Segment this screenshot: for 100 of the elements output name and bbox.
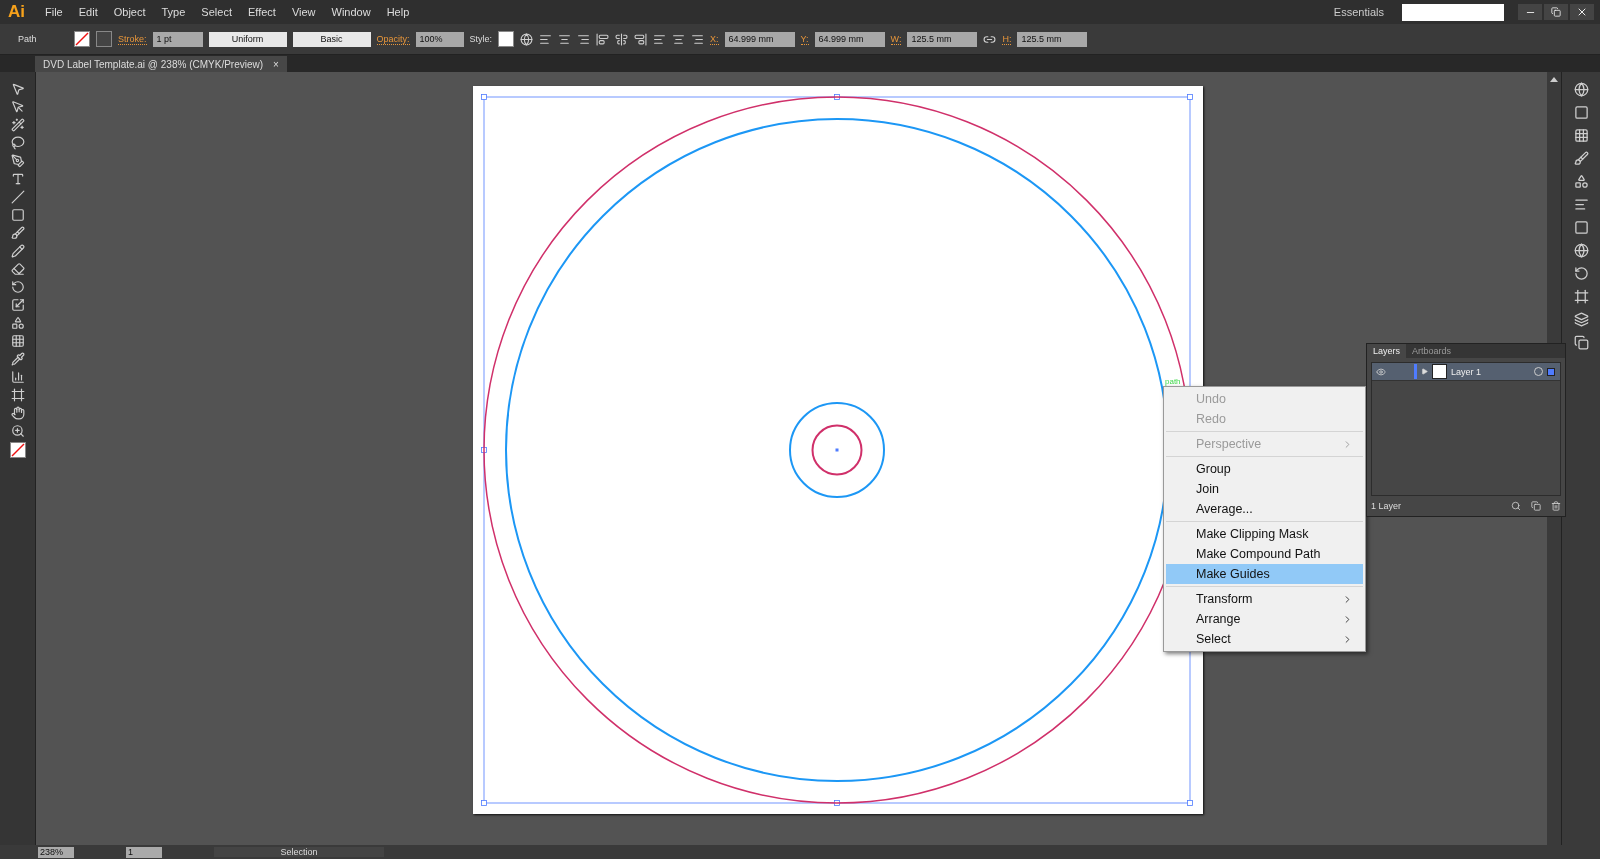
app-logo: Ai bbox=[7, 2, 26, 22]
menu-item[interactable]: Help bbox=[378, 6, 418, 18]
menu-item[interactable]: Object bbox=[105, 6, 154, 18]
menu-item[interactable]: Type bbox=[153, 6, 194, 18]
align-icon[interactable] bbox=[577, 32, 591, 46]
panel-icon[interactable] bbox=[1573, 266, 1589, 281]
search-icon[interactable] bbox=[1511, 501, 1521, 511]
style-swatch[interactable] bbox=[498, 31, 515, 47]
stroke-label[interactable]: Stroke: bbox=[118, 33, 147, 45]
align-icon[interactable] bbox=[596, 32, 610, 46]
close-icon bbox=[1576, 6, 1588, 18]
panel-icon[interactable] bbox=[1573, 105, 1589, 120]
align-icon[interactable] bbox=[672, 32, 686, 46]
menu-option[interactable]: Make Guides bbox=[1166, 564, 1363, 584]
tab-close-button[interactable]: × bbox=[273, 58, 279, 70]
rectangle-tool-icon[interactable] bbox=[10, 208, 25, 222]
align-icon[interactable] bbox=[691, 32, 705, 46]
coordinate-field[interactable]: 125.5 mm bbox=[1017, 31, 1088, 47]
close-button[interactable] bbox=[1570, 4, 1594, 20]
new-layer-icon[interactable] bbox=[1531, 501, 1541, 511]
menu-item[interactable]: File bbox=[37, 6, 71, 18]
stroke-profile-dropdown[interactable]: Uniform bbox=[208, 31, 287, 47]
selection-square[interactable] bbox=[1547, 367, 1555, 376]
fill-swatch[interactable] bbox=[74, 31, 90, 47]
opacity-field[interactable]: 100% bbox=[415, 31, 464, 47]
panel-icon[interactable] bbox=[1573, 174, 1589, 189]
panel-icon[interactable] bbox=[1573, 289, 1589, 304]
panel-icon[interactable] bbox=[1573, 243, 1589, 258]
menu-option[interactable]: Transform bbox=[1166, 589, 1363, 609]
panel-icon[interactable] bbox=[1573, 220, 1589, 235]
hand-icon[interactable] bbox=[10, 406, 25, 420]
menu-option[interactable]: Group bbox=[1166, 459, 1363, 479]
selection-tool-icon[interactable] bbox=[10, 82, 25, 96]
layer-name: Layer 1 bbox=[1451, 366, 1482, 377]
graph-icon[interactable] bbox=[10, 370, 25, 384]
align-icon[interactable] bbox=[653, 32, 667, 46]
artboard-tool-icon[interactable] bbox=[10, 388, 25, 402]
menu-option[interactable]: Select bbox=[1166, 629, 1363, 649]
panel-icon[interactable] bbox=[1573, 151, 1589, 166]
coordinate-label[interactable]: H: bbox=[1002, 33, 1012, 45]
coordinate-label[interactable]: Y: bbox=[800, 33, 809, 45]
menu-option[interactable]: Join bbox=[1166, 479, 1363, 499]
lasso-icon[interactable] bbox=[10, 136, 25, 150]
zoom-icon[interactable] bbox=[10, 424, 25, 438]
document-tab[interactable]: DVD Label Template.ai @ 238% (CMYK/Preview) × bbox=[35, 56, 287, 72]
align-icon[interactable] bbox=[558, 32, 572, 46]
panel-icon[interactable] bbox=[1573, 82, 1589, 97]
status-tool-label[interactable]: Selection bbox=[214, 847, 384, 857]
panel-icon[interactable] bbox=[1573, 197, 1589, 212]
magic-wand-icon[interactable] bbox=[10, 118, 25, 132]
menu-option[interactable]: Average... bbox=[1166, 499, 1363, 519]
pen-icon[interactable] bbox=[10, 154, 25, 168]
opacity-label[interactable]: Opacity: bbox=[376, 33, 410, 45]
rotate-icon[interactable] bbox=[10, 280, 25, 294]
align-icon[interactable] bbox=[539, 32, 553, 46]
menu-item[interactable]: Effect bbox=[239, 6, 284, 18]
align-icon[interactable] bbox=[615, 32, 629, 46]
panel-icon[interactable] bbox=[1573, 312, 1589, 327]
stroke-weight-field[interactable]: 1 pt bbox=[152, 31, 203, 47]
workspace-switcher[interactable]: Essentials bbox=[1333, 6, 1384, 18]
coordinate-label[interactable]: W: bbox=[890, 33, 902, 45]
menu-item[interactable]: Edit bbox=[70, 6, 106, 18]
stroke-swatch[interactable] bbox=[96, 31, 112, 47]
panel-icon[interactable] bbox=[1573, 335, 1589, 350]
paintbrush-icon[interactable] bbox=[10, 226, 25, 240]
hole-circle bbox=[811, 424, 863, 476]
menu-item[interactable]: Select bbox=[193, 6, 240, 18]
style-label: Style: bbox=[469, 34, 493, 44]
panel-tab[interactable]: Artboards bbox=[1406, 344, 1458, 358]
expand-icon[interactable] bbox=[1421, 368, 1428, 375]
eyedropper-icon[interactable] bbox=[10, 352, 25, 366]
menu-option[interactable]: Make Compound Path bbox=[1166, 544, 1363, 564]
type-tool-icon[interactable] bbox=[10, 172, 25, 186]
coordinate-field[interactable]: 64.999 mm bbox=[814, 31, 885, 47]
shape-builder-icon[interactable] bbox=[10, 316, 25, 330]
coordinate-field[interactable]: 64.999 mm bbox=[724, 31, 795, 47]
eraser-icon[interactable] bbox=[10, 262, 25, 276]
fill-stroke-swatch[interactable] bbox=[9, 442, 26, 458]
panel-icon[interactable] bbox=[1573, 128, 1589, 143]
artboard-field[interactable]: 1 bbox=[126, 846, 162, 858]
menu-option[interactable]: Make Clipping Mask bbox=[1166, 524, 1363, 544]
layer-row[interactable]: Layer 1 bbox=[1372, 363, 1560, 381]
coordinate-field[interactable]: 125.5 mm bbox=[907, 31, 978, 47]
zoom-field[interactable]: 238% bbox=[38, 846, 74, 858]
menu-option[interactable]: Arrange bbox=[1166, 609, 1363, 629]
search-field[interactable] bbox=[1402, 3, 1504, 21]
scale-icon[interactable] bbox=[10, 298, 25, 312]
delete-icon[interactable] bbox=[1551, 501, 1561, 511]
pencil-icon[interactable] bbox=[10, 244, 25, 258]
direct-selection-icon[interactable] bbox=[10, 100, 25, 114]
line-tool-icon[interactable] bbox=[10, 190, 25, 204]
mesh-icon[interactable] bbox=[10, 334, 25, 348]
menu-item[interactable]: View bbox=[283, 6, 324, 18]
panel-tab[interactable]: Layers bbox=[1367, 344, 1406, 358]
menu-item[interactable]: Window bbox=[323, 6, 379, 18]
align-icon[interactable] bbox=[634, 32, 648, 46]
restore-icon bbox=[1551, 7, 1561, 17]
brush-dropdown[interactable]: Basic bbox=[292, 31, 371, 47]
coordinate-label[interactable]: X: bbox=[710, 33, 719, 45]
restore-button[interactable] bbox=[1544, 4, 1568, 20]
